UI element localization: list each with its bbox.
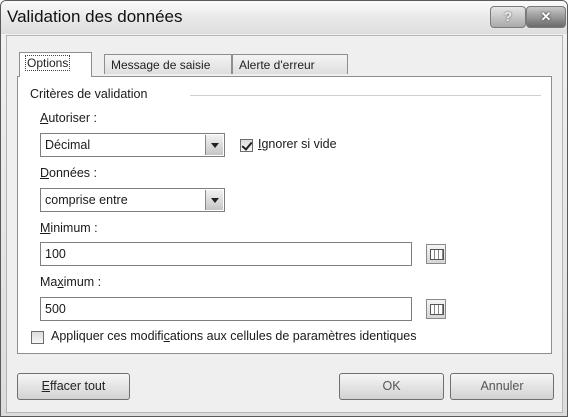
range-collapse-icon[interactable]: [426, 244, 446, 264]
maximum-label: Maximum :: [40, 275, 102, 289]
apply-same-settings-label[interactable]: Appliquer ces modifications aux cellules…: [51, 329, 417, 343]
data-label: Données :: [40, 166, 97, 180]
apply-same-settings-checkbox[interactable]: [31, 331, 44, 344]
group-divider: [190, 95, 541, 96]
clear-all-button[interactable]: Effacer tout: [17, 373, 130, 400]
close-button[interactable]: ✕: [526, 6, 566, 28]
range-collapse-icon[interactable]: [426, 299, 446, 319]
allow-label: Autoriser :: [40, 111, 97, 125]
ignore-blank-checkbox[interactable]: [240, 139, 253, 152]
ignore-blank-label[interactable]: Ignorer si vide: [258, 137, 337, 151]
dialog-body: Options Message de saisie Alerte d'erreu…: [6, 35, 563, 413]
minimum-input[interactable]: 100: [40, 242, 412, 266]
tab-options-label: Options: [24, 55, 71, 71]
tab-error-alert[interactable]: Alerte d'erreur: [232, 54, 348, 74]
title-bar: Validation des données ? ✕: [1, 1, 567, 34]
minimum-value: 100: [45, 247, 66, 261]
tab-input-message[interactable]: Message de saisie: [104, 54, 232, 74]
data-value: comprise entre: [45, 193, 128, 207]
data-validation-dialog: Validation des données ? ✕ Options Messa…: [0, 0, 568, 417]
help-button[interactable]: ?: [490, 6, 526, 28]
chevron-down-icon[interactable]: [205, 190, 223, 210]
minimum-label: Minimum :: [40, 221, 98, 235]
allow-dropdown[interactable]: Décimal: [40, 133, 225, 157]
allow-value: Décimal: [45, 138, 91, 152]
validation-criteria-label: Critères de validation: [30, 87, 148, 101]
maximum-value: 500: [45, 302, 66, 316]
tab-options[interactable]: Options: [19, 52, 92, 77]
ok-button[interactable]: OK: [339, 373, 444, 400]
maximum-input[interactable]: 500: [40, 297, 412, 321]
dialog-title: Validation des données: [7, 7, 183, 26]
cancel-button[interactable]: Annuler: [450, 373, 554, 400]
chevron-down-icon[interactable]: [205, 135, 223, 155]
options-panel: Critères de validation Autoriser : Décim…: [17, 76, 552, 354]
data-dropdown[interactable]: comprise entre: [40, 188, 225, 212]
